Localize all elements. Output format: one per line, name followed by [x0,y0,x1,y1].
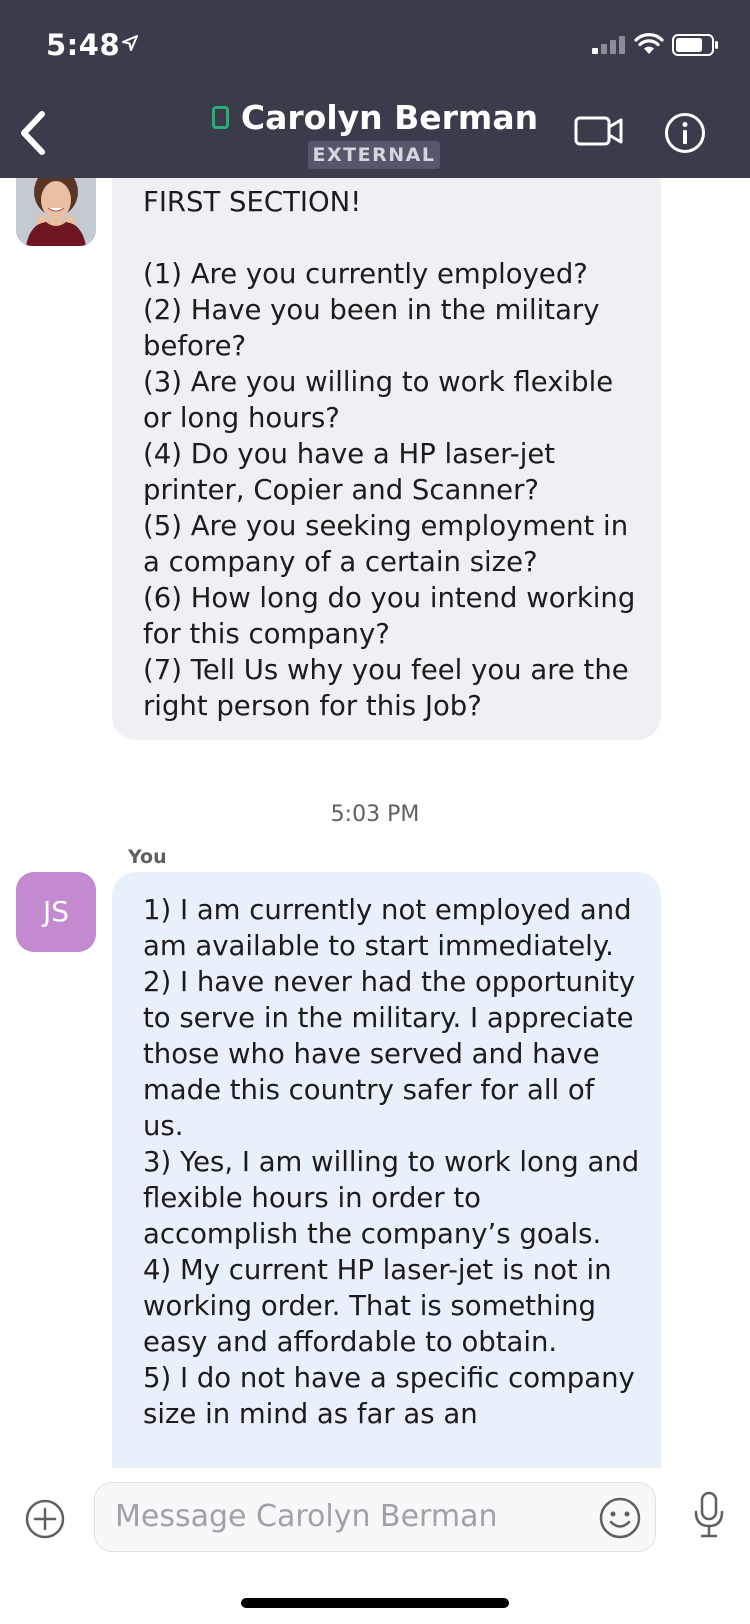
chat-header: 5:48 Carolyn Berman EXTERNAL [0,0,750,178]
contact-photo-icon [16,178,96,246]
add-attachment-icon[interactable] [24,1498,66,1540]
outgoing-message-bubble[interactable]: 1) I am currently not employed and am av… [112,872,661,1468]
contact-name: Carolyn Berman [240,98,539,137]
emoji-icon[interactable] [598,1496,642,1540]
cellular-signal-icon [592,36,625,54]
sender-label: You [128,846,167,868]
video-call-icon[interactable] [574,116,624,146]
microphone-icon[interactable] [692,1490,726,1540]
status-time: 5:48 [46,28,121,62]
info-icon[interactable] [664,112,706,154]
message-input[interactable]: Message Carolyn Berman [94,1482,656,1552]
wifi-icon [634,33,664,54]
contact-avatar[interactable] [16,178,96,246]
external-badge: EXTERNAL [308,141,440,169]
presence-status-icon [211,106,229,129]
conversation-title[interactable]: Carolyn Berman [0,98,750,137]
message-composer: Message Carolyn Berman [0,1468,750,1624]
location-arrow-icon [122,35,138,51]
user-avatar[interactable]: JS [16,872,96,952]
incoming-message-bubble[interactable]: FIRST SECTION! (1) Are you currently emp… [112,178,661,740]
message-list[interactable]: FIRST SECTION! (1) Are you currently emp… [0,178,750,1468]
message-timestamp: 5:03 PM [330,802,420,827]
home-indicator [241,1598,509,1608]
battery-icon [672,34,718,56]
